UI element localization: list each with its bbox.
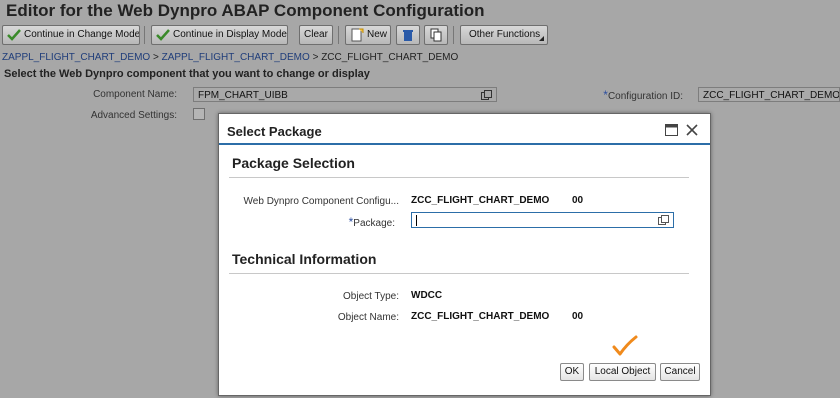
- wdcc-value: ZCC_FLIGHT_CHART_DEMO: [411, 195, 550, 206]
- package-input[interactable]: [411, 212, 674, 228]
- advanced-settings-checkbox[interactable]: [193, 108, 205, 120]
- section-divider: [229, 177, 689, 178]
- breadcrumb-current: ZCC_FLIGHT_CHART_DEMO: [321, 52, 459, 63]
- configuration-id-label-text: Configuration ID:: [607, 91, 683, 102]
- continue-display-mode-label: Continue in Display Mode: [173, 29, 287, 40]
- configuration-id-label: *Configuration ID:: [590, 88, 683, 102]
- close-icon[interactable]: [686, 124, 698, 136]
- breadcrumb-item[interactable]: ZAPPL_FLIGHT_CHART_DEMO: [162, 52, 310, 63]
- object-name-value: ZCC_FLIGHT_CHART_DEMO: [411, 311, 550, 322]
- component-name-field[interactable]: FPM_CHART_UIBB: [193, 87, 497, 102]
- package-label-text: Package:: [353, 218, 395, 229]
- component-name-value: FPM_CHART_UIBB: [198, 90, 288, 101]
- configuration-id-value: ZCC_FLIGHT_CHART_DEMO: [703, 90, 840, 101]
- object-type-value: WDCC: [411, 290, 443, 301]
- toolbar-separator: [144, 26, 145, 44]
- cancel-button[interactable]: Cancel: [660, 363, 700, 381]
- configuration-id-field[interactable]: ZCC_FLIGHT_CHART_DEMO: [698, 87, 840, 102]
- continue-change-mode-button[interactable]: Continue in Change Mode: [2, 25, 140, 45]
- value-help-icon[interactable]: [658, 215, 669, 225]
- breadcrumb-item[interactable]: ZAPPL_FLIGHT_CHART_DEMO: [2, 52, 150, 63]
- select-package-dialog: Select Package Package Selection Web Dyn…: [218, 113, 711, 396]
- copy-icon: [430, 28, 442, 42]
- object-type-label: Object Type:: [343, 291, 399, 302]
- other-functions-label: Other Functions: [469, 29, 541, 40]
- page-title: Editor for the Web Dynpro ABAP Component…: [6, 1, 485, 20]
- breadcrumb: ZAPPL_FLIGHT_CHART_DEMO > ZAPPL_FLIGHT_C…: [2, 52, 458, 63]
- component-name-label: Component Name:: [93, 89, 177, 100]
- package-label: *Package:: [279, 215, 395, 229]
- clear-button[interactable]: Clear: [299, 25, 333, 45]
- toolbar-separator: [453, 26, 454, 44]
- continue-display-mode-button[interactable]: Continue in Display Mode: [151, 25, 288, 45]
- checkmark-icon: [156, 29, 170, 41]
- toolbar-separator: [338, 26, 339, 44]
- wdcc-version: 00: [572, 195, 584, 206]
- new-button[interactable]: New: [345, 25, 391, 45]
- dropdown-corner-icon: [539, 36, 544, 41]
- text-cursor: [416, 215, 417, 226]
- maximize-icon[interactable]: [665, 124, 678, 136]
- instruction-text: Select the Web Dynpro component that you…: [4, 68, 370, 80]
- copy-button[interactable]: [424, 25, 448, 45]
- advanced-settings-label: Advanced Settings:: [90, 110, 177, 121]
- checkmark-icon: [7, 29, 21, 41]
- trash-icon: [403, 30, 413, 41]
- dialog-title: Select Package: [227, 124, 322, 139]
- continue-change-mode-label: Continue in Change Mode: [24, 29, 140, 40]
- section-divider: [229, 273, 689, 274]
- ok-button[interactable]: OK: [560, 363, 584, 381]
- package-selection-heading: Package Selection: [232, 155, 355, 171]
- object-name-label: Object Name:: [337, 312, 399, 323]
- local-object-button[interactable]: Local Object: [589, 363, 656, 381]
- breadcrumb-separator: >: [312, 52, 319, 63]
- technical-information-heading: Technical Information: [232, 251, 377, 267]
- other-functions-button[interactable]: Other Functions: [460, 25, 548, 45]
- wdcc-label: Web Dynpro Component Configu...: [243, 196, 399, 207]
- new-document-icon: [351, 28, 364, 42]
- clear-label: Clear: [304, 29, 328, 40]
- delete-button[interactable]: [396, 25, 420, 45]
- dialog-header-divider: [219, 143, 710, 145]
- object-name-version: 00: [572, 311, 584, 322]
- checkmark-annotation-icon: [612, 335, 638, 356]
- new-label: New: [367, 29, 388, 40]
- breadcrumb-separator: >: [152, 52, 159, 63]
- value-help-icon[interactable]: [481, 90, 492, 100]
